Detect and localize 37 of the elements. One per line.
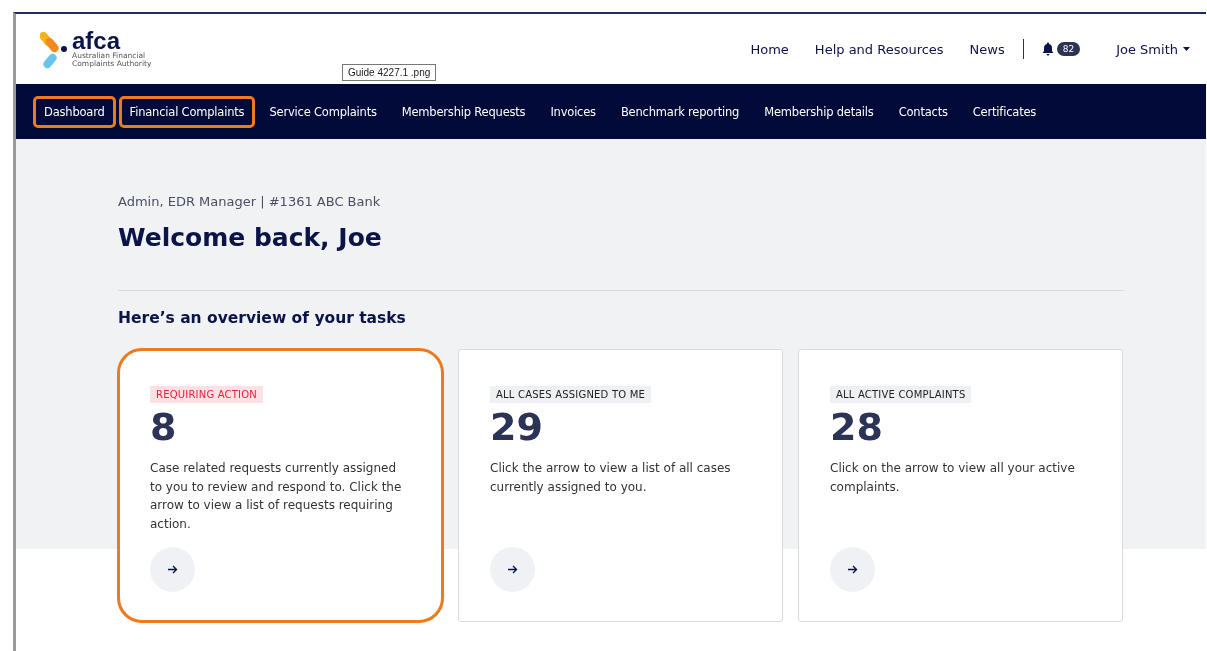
nav-tab[interactable]: Financial Complaints — [118, 95, 256, 128]
header-link[interactable]: News — [969, 41, 1005, 57]
arrow-right-icon — [167, 565, 178, 574]
status-tag: ALL ACTIVE COMPLAINTS — [830, 386, 972, 403]
nav-tab[interactable]: Membership details — [753, 95, 885, 128]
nav-tab[interactable]: Certificates — [961, 95, 1048, 128]
nav-tab[interactable]: Service Complaints — [258, 95, 388, 128]
status-tag: ALL CASES ASSIGNED TO ME — [490, 386, 651, 403]
nav-tab[interactable]: Dashboard — [33, 95, 116, 128]
arrow-right-icon — [507, 565, 518, 574]
task-count: 29 — [490, 405, 544, 449]
logo-mark-icon — [40, 29, 70, 69]
nav-tab[interactable]: Benchmark reporting — [609, 95, 751, 128]
logo-name: afca — [72, 30, 121, 52]
nav-tab[interactable]: Contacts — [887, 95, 959, 128]
nav-tab[interactable]: Membership Requests — [390, 95, 537, 128]
user-menu[interactable]: Joe Smith — [1116, 41, 1190, 57]
notification-count: 82 — [1056, 42, 1081, 56]
card-description: Case related requests currently assigned to you to review and respond to. Click the arrow to view a list of requests requiring action. — [150, 460, 403, 533]
status-tag: REQUIRING ACTION — [150, 386, 263, 403]
header-link[interactable]: Home — [750, 41, 789, 57]
overview-heading: Here’s an overview of your tasks — [118, 309, 407, 327]
task-count: 28 — [830, 405, 884, 449]
task-count: 8 — [150, 405, 178, 449]
tooltip: Guide 4227.1 .png — [342, 64, 437, 81]
nav-tab[interactable]: Invoices — [539, 95, 607, 128]
role-text: Admin, EDR Manager | #1361 ABC Bank — [118, 194, 382, 209]
arrow-button[interactable] — [150, 547, 195, 592]
arrow-button[interactable] — [490, 547, 535, 592]
bell-icon[interactable] — [1041, 42, 1054, 56]
welcome-heading: Welcome back, Joe — [118, 223, 383, 252]
header-link[interactable]: Help and Resources — [814, 41, 944, 57]
caret-icon — [1183, 47, 1190, 51]
arrow-right-icon — [847, 565, 858, 574]
card-description: Click the arrow to view a list of all cases currently assigned to you. — [490, 460, 732, 496]
arrow-button[interactable] — [830, 547, 875, 592]
card-description: Click on the arrow to view all your active complaints. — [830, 460, 1076, 496]
